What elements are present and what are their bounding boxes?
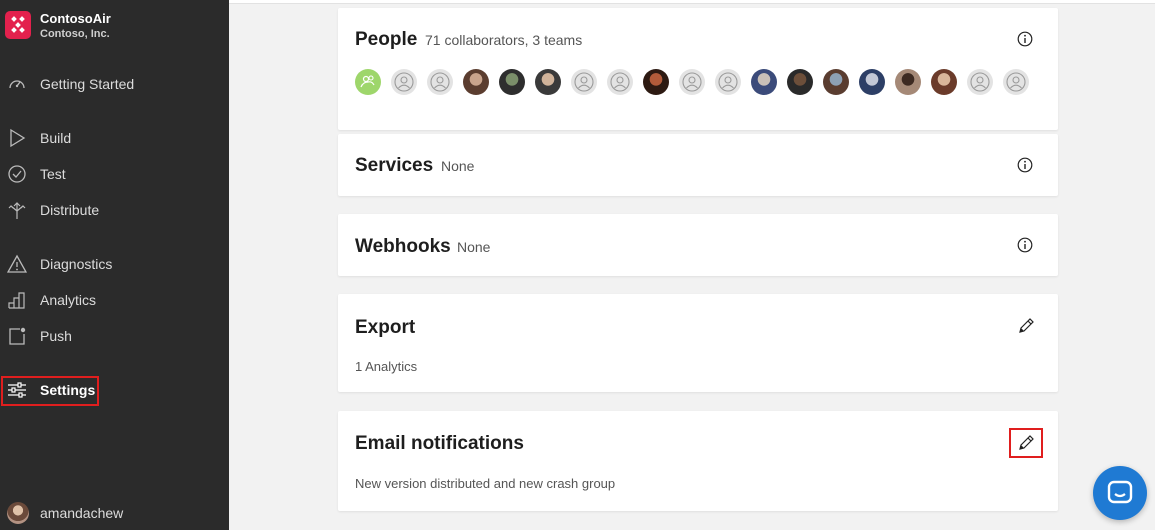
avatar [787,69,813,95]
avatar [535,69,561,95]
person-icon [571,69,597,95]
user-menu[interactable]: amandachew [0,498,229,526]
person-icon [607,69,633,95]
card-body: 1 Analytics [355,359,418,374]
nav-label: Build [40,130,72,146]
bar-chart-icon [7,290,27,310]
person-icon [967,69,993,95]
nav-getting-started[interactable]: Getting Started [0,70,229,98]
person-icon [391,69,417,95]
webhooks-card: Webhooks None [338,214,1058,276]
speedometer-icon [7,74,27,94]
avatar [895,69,921,95]
card-title: People [355,29,418,50]
top-divider [229,0,1155,4]
info-icon[interactable] [1017,31,1033,47]
nav-label: Test [40,166,66,182]
nav-diagnostics[interactable]: Diagnostics [0,250,229,278]
email-notifications-card: Email notifications New version distribu… [338,411,1058,511]
nav-push[interactable]: Push [0,322,229,350]
nav-label: Diagnostics [40,256,113,272]
nav-analytics[interactable]: Analytics [0,286,229,314]
card-subtitle: None [441,158,475,174]
avatar [823,69,849,95]
card-title: Services [355,155,434,176]
nav-label: Push [40,328,72,344]
warning-triangle-icon [7,254,27,274]
avatar [643,69,669,95]
card-body: New version distributed and new crash gr… [355,476,616,491]
info-icon[interactable] [1017,157,1033,173]
card-title: Email notifications [355,433,524,454]
app-org: Contoso, Inc. [40,28,110,40]
team-icon [355,69,381,95]
person-icon [715,69,741,95]
play-triangle-icon [7,128,27,148]
avatar [7,502,29,524]
app-logo [5,11,31,39]
nav-label: Analytics [40,292,97,308]
nav-label: Distribute [40,202,100,218]
avatar [859,69,885,95]
avatar [751,69,777,95]
avatar [499,69,525,95]
pencil-icon[interactable] [1016,316,1036,336]
nav-build[interactable]: Build [0,124,229,152]
nav-test[interactable]: Test [0,160,229,188]
settings-highlight-box [1,376,99,406]
user-name: amandachew [40,505,124,521]
nav-distribute[interactable]: Distribute [0,196,229,224]
avatar [463,69,489,95]
app-switcher[interactable]: ContosoAir Contoso, Inc. [0,0,229,52]
person-icon [427,69,453,95]
sidebar: ContosoAir Contoso, Inc. Getting Started… [0,0,229,530]
app-name: ContosoAir [40,11,111,26]
card-title: Webhooks [355,236,451,257]
check-circle-icon [7,164,27,184]
card-subtitle: None [457,239,491,255]
main-content: People 71 collaborators, 3 teams Service… [229,0,1155,530]
person-icon [679,69,705,95]
avatar [931,69,957,95]
info-icon[interactable] [1017,237,1033,253]
distribute-arrows-icon [7,200,27,220]
card-subtitle: 71 collaborators, 3 teams [425,32,583,48]
card-title: Export [355,317,416,338]
chat-button[interactable] [1093,466,1147,520]
nav-label: Getting Started [40,76,135,92]
export-card: Export 1 Analytics [338,294,1058,392]
services-card: Services None [338,134,1058,196]
person-icon [1003,69,1029,95]
people-card: People 71 collaborators, 3 teams [338,8,1058,130]
push-square-icon [7,326,27,346]
edit-highlight-box [1009,428,1043,458]
